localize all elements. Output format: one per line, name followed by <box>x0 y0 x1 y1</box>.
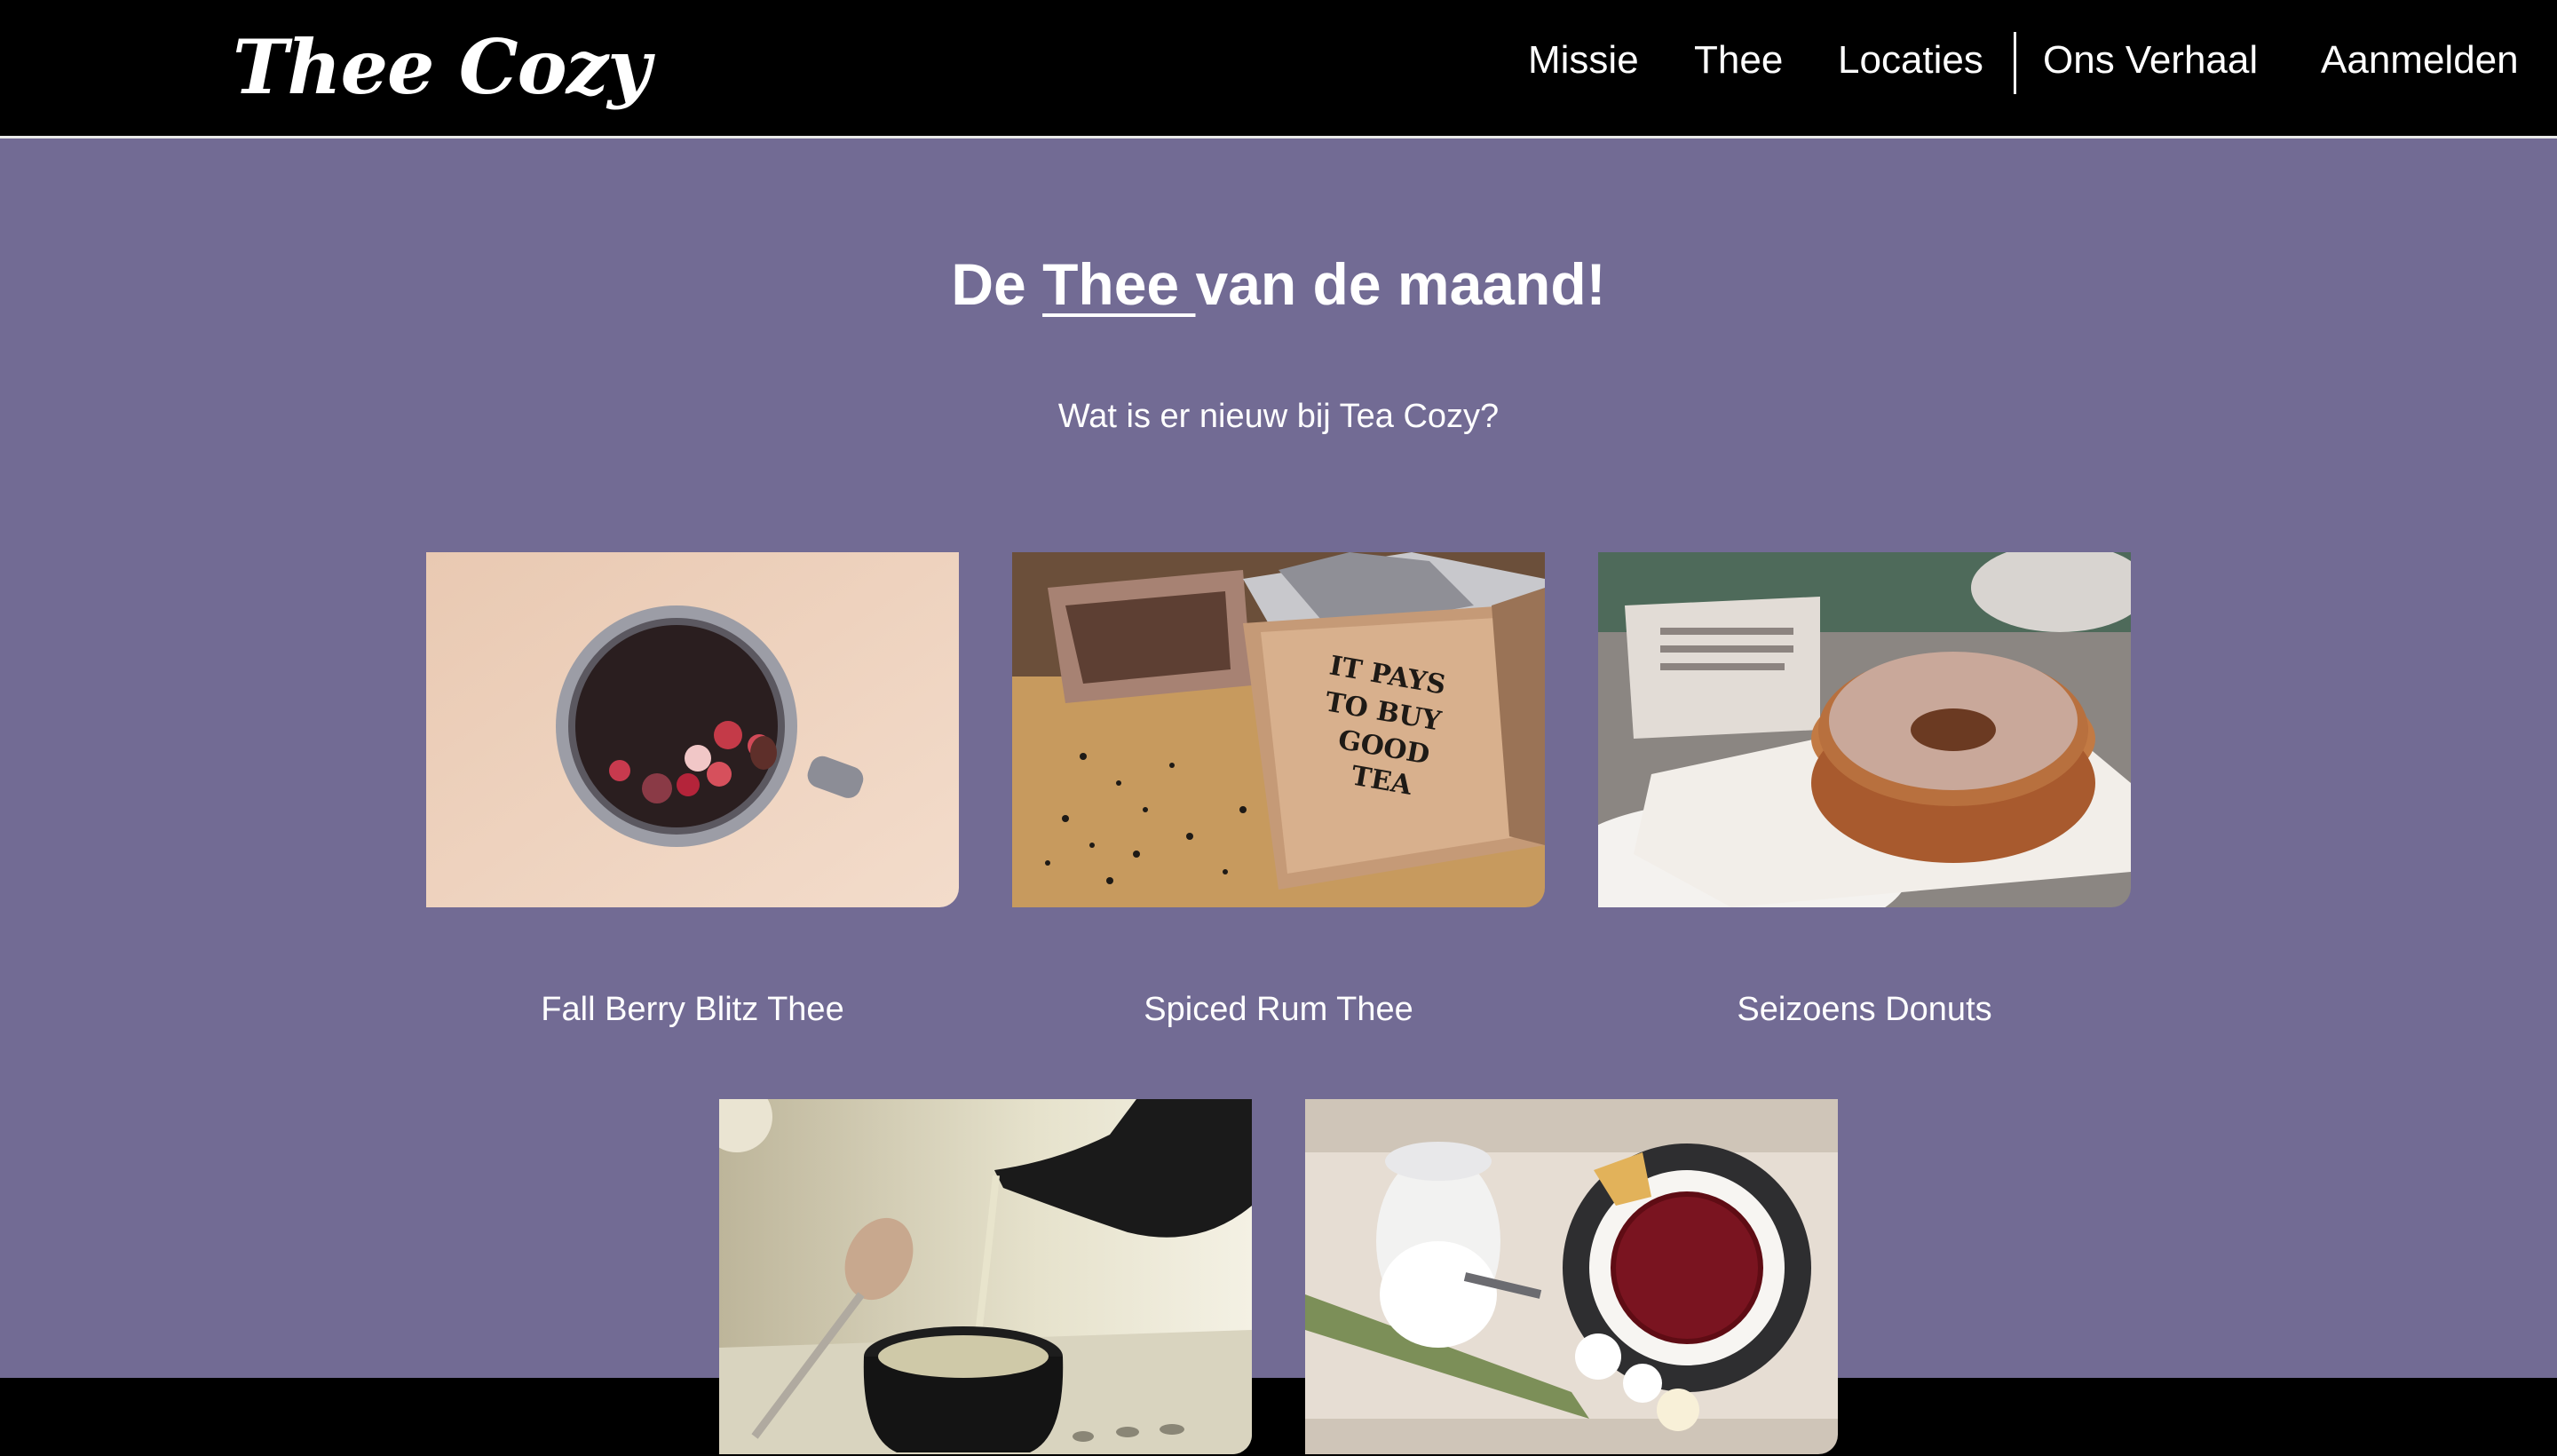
title-thee-link[interactable]: Thee <box>1042 251 1195 317</box>
site-header: Thee Cozy Missie Thee Locaties Ons Verha… <box>0 0 2557 138</box>
page-title: De Thee van de maand! <box>0 247 2557 321</box>
nav-item-aanmelden[interactable]: Aanmelden <box>2321 36 2519 85</box>
tea-cup-sugar-jar-photo[interactable] <box>1305 1099 1838 1454</box>
product-caption-1: Fall Berry Blitz Thee <box>541 991 844 1028</box>
product-caption-2: Spiced Rum Thee <box>1144 991 1413 1028</box>
product-caption-3: Seizoens Donuts <box>1737 991 1992 1028</box>
donut-photo[interactable] <box>1598 552 2131 907</box>
berry-tea-mug-photo[interactable] <box>426 552 959 907</box>
title-suffix: van de maand! <box>1195 251 1606 317</box>
nav-item-locaties[interactable]: Locaties <box>1838 36 1983 85</box>
title-prefix: De <box>951 251 1043 317</box>
nav-item-thee[interactable]: Thee <box>1694 36 1783 85</box>
nav-divider <box>2014 32 2016 94</box>
footer-band <box>0 1378 2557 1456</box>
page-subtitle: Wat is er nieuw bij Tea Cozy? <box>1057 398 1500 435</box>
nav-item-ons-verhaal[interactable]: Ons Verhaal <box>2043 36 2258 85</box>
teapot-pouring-photo[interactable] <box>719 1099 1252 1454</box>
tea-box-photo[interactable]: IT PAYS TO BUY GOOD TEA <box>1012 552 1545 907</box>
site-logo[interactable]: Thee Cozy <box>233 26 651 108</box>
nav-item-missie[interactable]: Missie <box>1528 36 1639 85</box>
